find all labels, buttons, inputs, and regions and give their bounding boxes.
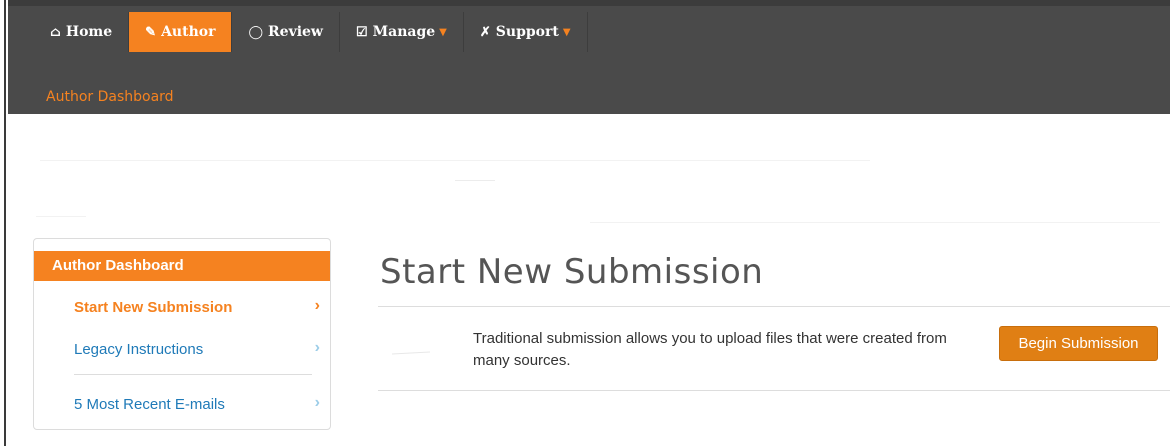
subnav-author-dashboard[interactable]: Author Dashboard	[46, 89, 174, 105]
divider	[378, 306, 1170, 307]
chevron-down-icon: ▼	[562, 26, 571, 38]
home-icon: ⌂	[50, 24, 61, 40]
begin-submission-button[interactable]: Begin Submission	[999, 326, 1158, 361]
sidebar-item-label: Start New Submission	[74, 299, 233, 316]
pencil-icon: ✎	[145, 24, 157, 40]
sidebar-item-recent-emails[interactable]: 5 Most Recent E-mails	[74, 396, 225, 413]
chevron-right-icon: ›	[314, 297, 320, 314]
sidebar-item-start-new-submission[interactable]: Start New Submission	[74, 299, 232, 316]
sidebar-item-label: 5 Most Recent E-mails	[74, 396, 225, 413]
nav-manage-label: Manage	[372, 24, 436, 40]
window-frame-left	[0, 0, 6, 446]
checkbox-icon: ☑	[356, 24, 368, 40]
sidebar-item-label: Legacy Instructions	[74, 341, 204, 358]
nav-author-label: Author	[161, 24, 216, 40]
nav-support-label: Support	[495, 24, 559, 40]
chevron-right-icon: ›	[314, 339, 320, 356]
chevron-down-icon: ▼	[439, 26, 447, 38]
faint-divider	[40, 160, 870, 161]
faint-divider	[455, 180, 495, 181]
comment-icon: ◯	[248, 24, 264, 40]
faint-divider	[590, 222, 1160, 223]
nav-home-label: Home	[65, 24, 113, 40]
submission-description: Traditional submission allows you to upl…	[473, 330, 947, 369]
divider	[378, 390, 1170, 391]
main-nav: ⌂ Home ✎ Author ◯ Review ☑ Manage ▼ ✗ Su…	[34, 12, 588, 52]
panel-title: Author Dashboard	[34, 251, 330, 281]
author-dashboard-panel: Author Dashboard Start New Submission › …	[33, 238, 331, 430]
sidebar-item-legacy-instructions[interactable]: Legacy Instructions	[74, 341, 203, 358]
nav-review-label: Review	[268, 24, 323, 40]
faint-divider	[36, 216, 86, 217]
chevron-right-icon: ›	[314, 394, 320, 411]
panel-divider	[74, 374, 312, 375]
nav-review[interactable]: ◯ Review	[232, 12, 340, 52]
nav-author[interactable]: ✎ Author	[129, 12, 233, 52]
wrench-icon: ✗	[479, 24, 491, 40]
page-title: Start New Submission	[380, 252, 764, 292]
top-navigation-bar: ⌂ Home ✎ Author ◯ Review ☑ Manage ▼ ✗ Su…	[8, 0, 1170, 114]
submission-type-icon	[391, 351, 431, 355]
nav-manage[interactable]: ☑ Manage ▼	[340, 12, 464, 52]
nav-support[interactable]: ✗ Support ▼	[464, 12, 588, 52]
nav-home[interactable]: ⌂ Home	[34, 12, 130, 52]
